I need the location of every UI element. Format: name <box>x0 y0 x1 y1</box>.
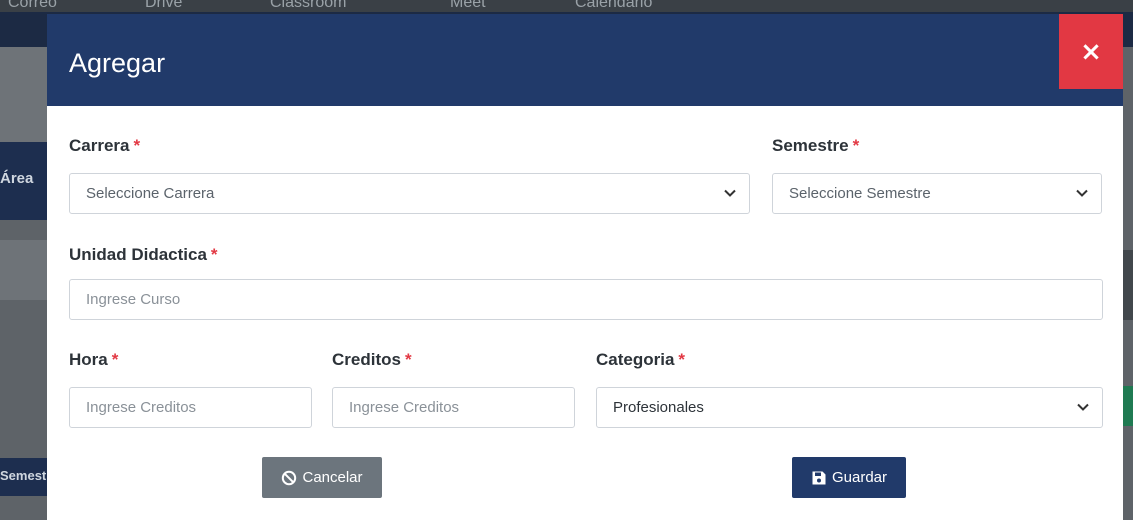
creditos-label-text: Creditos <box>332 350 401 369</box>
chevron-down-icon <box>1076 189 1088 197</box>
browser-bookmarks-bar: Correo Drive Classroom Meet Calendario <box>0 0 1133 12</box>
carrera-select-value: Seleccione Carrera <box>86 185 215 202</box>
required-mark: * <box>852 136 860 155</box>
categoria-select-value: Profesionales <box>613 399 704 416</box>
cancel-button-label: Cancelar <box>302 469 363 486</box>
cancel-button[interactable]: Cancelar <box>262 457 382 498</box>
carrera-select[interactable]: Seleccione Carrera <box>69 173 750 214</box>
unidad-input[interactable]: Ingrese Curso <box>69 279 1103 320</box>
background-semestre-label: Semest <box>0 468 47 483</box>
semestre-select-value: Seleccione Semestre <box>789 185 931 202</box>
categoria-label-text: Categoria <box>596 350 675 369</box>
categoria-label: Categoria * <box>596 350 685 370</box>
close-button[interactable]: × <box>1059 14 1123 89</box>
semestre-select[interactable]: Seleccione Semestre <box>772 173 1102 214</box>
save-button[interactable]: Guardar <box>792 457 906 498</box>
semestre-label: Semestre * <box>772 136 859 156</box>
hora-label-text: Hora <box>69 350 108 369</box>
creditos-label: Creditos * <box>332 350 412 370</box>
required-mark: * <box>210 245 218 264</box>
unidad-label: Unidad Didactica * <box>69 245 218 265</box>
semestre-label-text: Semestre <box>772 136 849 155</box>
hora-label: Hora * <box>69 350 118 370</box>
carrera-label: Carrera * <box>69 136 140 156</box>
background-area-label: Área <box>0 170 34 187</box>
modal-title: Agregar <box>69 48 166 78</box>
categoria-select[interactable]: Profesionales <box>596 387 1103 428</box>
required-mark: * <box>678 350 686 369</box>
bookmark-classroom[interactable]: Classroom <box>270 0 346 12</box>
background-right-button <box>1123 386 1133 426</box>
unidad-input-placeholder: Ingrese Curso <box>86 291 181 308</box>
bookmark-drive[interactable]: Drive <box>145 0 182 12</box>
hora-input[interactable]: Ingrese Creditos <box>69 387 312 428</box>
chevron-down-icon <box>724 189 736 197</box>
background-right-edge <box>1123 250 1133 320</box>
creditos-input-placeholder: Ingrese Creditos <box>349 399 460 416</box>
ban-icon <box>282 470 297 485</box>
save-button-label: Guardar <box>831 469 888 486</box>
agregar-modal: Agregar × Carrera * Seleccione Carrera Se… <box>47 14 1123 520</box>
bookmark-calendario[interactable]: Calendario <box>575 0 652 12</box>
background-row <box>0 240 48 300</box>
close-icon: × <box>1080 36 1102 67</box>
required-mark: * <box>111 350 119 369</box>
bookmark-meet[interactable]: Meet <box>450 0 486 12</box>
required-mark: * <box>133 136 141 155</box>
modal-header: Agregar <box>47 14 1123 106</box>
carrera-label-text: Carrera <box>69 136 130 155</box>
unidad-label-text: Unidad Didactica <box>69 245 207 264</box>
bookmark-correo[interactable]: Correo <box>8 0 57 12</box>
required-mark: * <box>404 350 412 369</box>
floppy-disk-icon <box>812 471 826 484</box>
hora-input-placeholder: Ingrese Creditos <box>86 399 197 416</box>
chevron-down-icon <box>1077 403 1089 411</box>
background-panel <box>0 47 48 142</box>
creditos-input[interactable]: Ingrese Creditos <box>332 387 575 428</box>
